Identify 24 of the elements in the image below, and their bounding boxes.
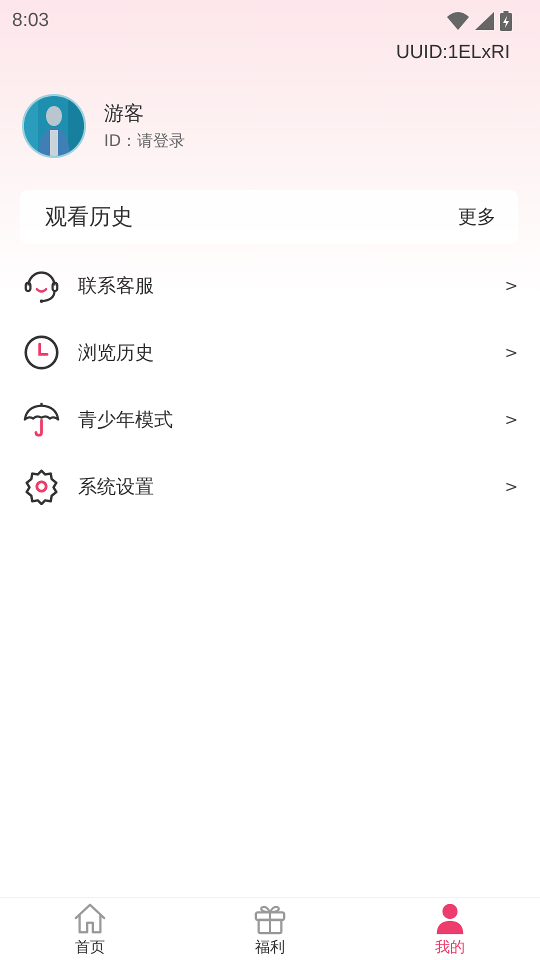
user-name: 游客 [104, 100, 145, 127]
uuid-text: UUID:1ELxRI [396, 42, 510, 64]
chevron-text: > [504, 410, 518, 429]
nav-tab[interactable]: 我的 [360, 898, 540, 960]
gear-icon [23, 468, 60, 505]
menu-item[interactable]: 系统设置 [78, 474, 487, 500]
battery-icon [500, 11, 512, 31]
menu-item[interactable]: 联系客服 [78, 272, 487, 298]
status-time: 8:03 [12, 10, 49, 32]
card-title: 观看历史 [45, 204, 133, 232]
chevron-text: > [504, 276, 518, 295]
chevron-text: > [504, 343, 518, 362]
menu-item[interactable]: 青少年模式 [78, 406, 487, 432]
wifi-icon [447, 12, 469, 30]
nav-tab[interactable]: 福利 [180, 898, 360, 960]
more-link[interactable]: 更多 [458, 204, 496, 230]
chevron-text: > [504, 477, 518, 496]
nav-tab[interactable]: 首页 [0, 898, 180, 960]
menu-item[interactable]: 浏览历史 [78, 340, 487, 366]
umbrella-icon [23, 401, 60, 438]
clock-icon [23, 334, 60, 371]
user-id-text: ID：请登录 [104, 131, 186, 152]
home-icon [73, 902, 107, 936]
signal-icon [475, 12, 494, 30]
